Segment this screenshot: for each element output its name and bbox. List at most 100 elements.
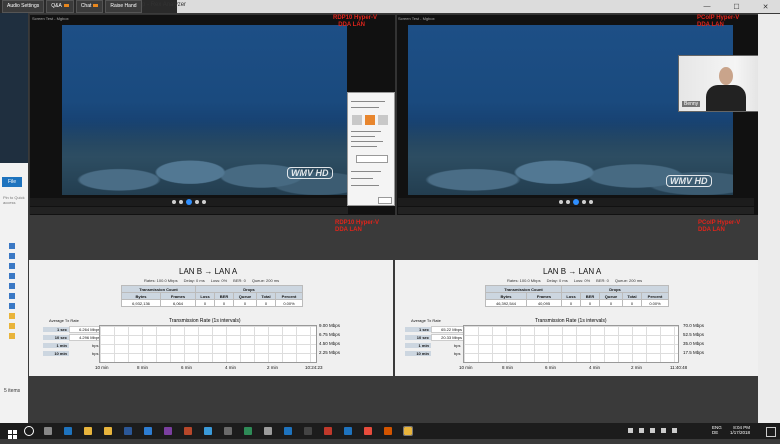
app-icon[interactable] (364, 427, 372, 435)
x-tick-label: 6 min (545, 365, 557, 370)
video-player-controls[interactable] (30, 198, 348, 206)
save-icon[interactable] (124, 427, 132, 435)
x-tick-label: 10 min (459, 365, 473, 370)
chat-label: Chat (80, 3, 92, 9)
dialog-ok-button[interactable] (378, 197, 392, 204)
dialog-button[interactable] (356, 155, 388, 163)
avg-label: 10 sec (43, 334, 69, 340)
raise-hand-button[interactable]: Raise Hand (105, 0, 142, 13)
settings-dialog[interactable] (347, 92, 395, 206)
y-tick-label: 2.25 Mbps (319, 350, 341, 355)
folder-icon[interactable] (9, 313, 15, 319)
option-icon[interactable] (378, 115, 388, 125)
search-icon[interactable] (24, 426, 34, 436)
network-icon[interactable] (661, 428, 666, 433)
video-frame-left[interactable]: WMV HD (62, 25, 347, 195)
close-icon[interactable]: ✕ (763, 3, 769, 11)
rewind-icon[interactable] (566, 200, 570, 204)
next-icon[interactable] (589, 200, 593, 204)
right-scroll-area[interactable] (758, 14, 780, 423)
folder-icon[interactable] (9, 253, 15, 259)
video-window-title: Screen Test - Mgbox (32, 16, 69, 21)
list-item: 1 min bps (405, 341, 466, 349)
download-icon[interactable] (9, 273, 15, 279)
app-icon[interactable] (344, 427, 352, 435)
column-header: Bytes (121, 292, 161, 300)
app-icon[interactable] (204, 427, 212, 435)
app-icon[interactable] (264, 427, 272, 435)
app-icon[interactable] (224, 427, 232, 435)
desktop-background (29, 376, 758, 423)
previous-icon[interactable] (172, 200, 176, 204)
forward-icon[interactable] (582, 200, 586, 204)
video-player-controls[interactable] (398, 198, 754, 206)
ber-cell: 0 (580, 299, 600, 307)
tray-icon[interactable] (628, 428, 633, 433)
folder-icon[interactable] (9, 333, 15, 339)
chat-indicator-icon (93, 4, 99, 8)
play-icon[interactable] (186, 199, 192, 205)
folder-icon[interactable] (9, 263, 15, 269)
start-icon[interactable] (8, 426, 17, 439)
file-tab[interactable]: File (2, 177, 22, 187)
qa-button[interactable]: Q&A (46, 0, 74, 13)
app-icon[interactable] (324, 427, 332, 435)
avg-label: 1 min (405, 342, 431, 348)
volume-icon[interactable] (672, 428, 677, 433)
avg-title: Average Tx Rate (49, 318, 79, 323)
total-cell: 0 (622, 299, 642, 307)
rewind-icon[interactable] (179, 200, 183, 204)
language-indicator[interactable]: ENG DE (712, 425, 722, 435)
avg-value: 4.296 Mbps (69, 333, 102, 341)
folder-icon[interactable] (9, 283, 15, 289)
app-icon[interactable] (184, 427, 192, 435)
next-icon[interactable] (202, 200, 206, 204)
dialog-text-line (351, 101, 385, 102)
folder-icon[interactable] (9, 293, 15, 299)
average-tx-rate: Average Tx Rate 1 sec 65.22 Mbps 10 sec 20… (405, 318, 466, 357)
app-icon[interactable] (244, 427, 252, 435)
average-tx-rate: Average Tx Rate 1 sec 6.264 Mbps 10 sec 4.… (43, 318, 104, 357)
folder-icon[interactable] (9, 323, 15, 329)
maximize-icon[interactable]: ☐ (733, 3, 739, 11)
x-tick-label: 10:24:23 (305, 365, 323, 370)
language-bottom: DE (712, 430, 719, 435)
video-overlay-label: RDP10 Hyper-V DDA LAN (333, 15, 393, 29)
audio-settings-button[interactable]: Audio Settings (2, 0, 45, 13)
explorer-header (0, 13, 28, 163)
ber-cell: 0 (214, 299, 234, 307)
app-icon[interactable] (384, 427, 392, 435)
edge-icon[interactable] (64, 427, 72, 435)
option-icon[interactable] (365, 115, 375, 125)
y-tick-label: 4.50 Mbps (319, 341, 341, 346)
task-view-icon[interactable] (44, 427, 52, 435)
minimize-icon[interactable]: — (703, 3, 710, 10)
chrome-icon[interactable] (84, 427, 92, 435)
onenote-icon[interactable] (164, 427, 172, 435)
forward-icon[interactable] (195, 200, 199, 204)
avg-label: 1 sec (43, 326, 69, 332)
previous-icon[interactable] (559, 200, 563, 204)
avg-title: Average Tx Rate (411, 318, 441, 323)
app-icon[interactable] (403, 426, 413, 436)
app-icon[interactable] (284, 427, 292, 435)
panel-label-right: PCoIP Hyper-V DDA LAN (698, 220, 740, 234)
folder-icon[interactable] (104, 427, 112, 435)
list-item: 10 sec 4.296 Mbps (43, 333, 104, 341)
drops-header: Drops (561, 285, 669, 293)
app-icon[interactable] (304, 427, 312, 435)
app-icon[interactable] (144, 427, 152, 435)
option-icon[interactable] (352, 115, 362, 125)
system-tray (628, 428, 708, 434)
avg-value: 65.22 Mbps (431, 325, 464, 333)
tray-icon[interactable] (639, 428, 644, 433)
folder-icon[interactable] (9, 243, 15, 249)
taskbar-clock[interactable]: 8:04 PM 1/17/2018 (730, 425, 750, 435)
dialog-text-line (351, 146, 377, 147)
folder-icon[interactable] (9, 303, 15, 309)
play-icon[interactable] (573, 199, 579, 205)
notifications-icon[interactable] (766, 427, 776, 437)
bytes-cell: 46,392,544 (485, 299, 527, 307)
tray-icon[interactable] (650, 428, 655, 433)
chat-button[interactable]: Chat (75, 0, 104, 13)
